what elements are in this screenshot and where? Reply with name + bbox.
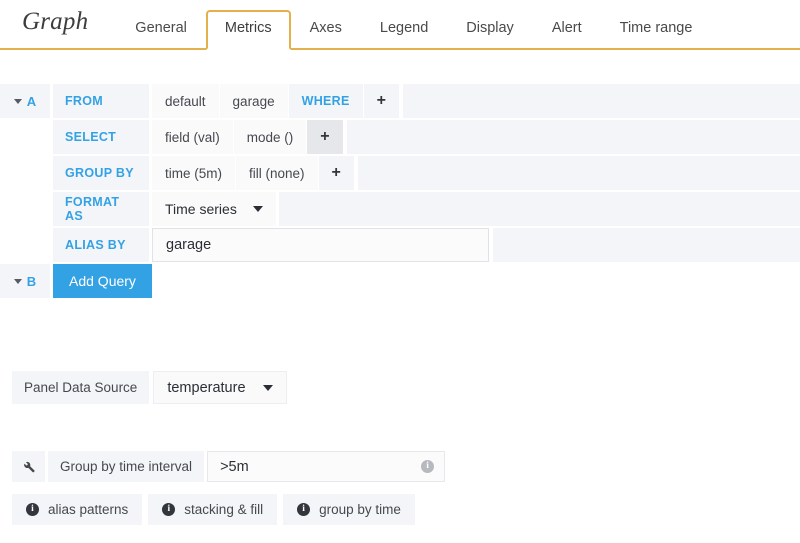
help-button-label: group by time [319, 502, 401, 517]
query-ref-a-toggle[interactable]: A [0, 84, 50, 118]
from-measurement-segment[interactable]: garage [219, 84, 289, 118]
help-button-group-by-time[interactable]: i group by time [283, 494, 415, 525]
format-as-value: Time series [165, 201, 237, 217]
group-by-time-interval-input[interactable]: >5m i [207, 451, 446, 482]
query-row-group-by: GROUP BY time (5m) fill (none) + [0, 156, 800, 190]
tab-display[interactable]: Display [447, 19, 533, 49]
select-function-segment[interactable]: mode () [233, 120, 308, 154]
add-group-by-button[interactable]: + [318, 156, 355, 190]
wrench-icon[interactable] [12, 451, 45, 482]
tab-legend[interactable]: Legend [361, 19, 447, 49]
from-row-filler [402, 84, 800, 118]
alias-by-row-filler [493, 228, 800, 262]
query-row-select: SELECT field (val) mode () + [0, 120, 800, 154]
group-by-time-interval-label: Group by time interval [48, 451, 205, 482]
help-button-stacking-and-fill[interactable]: i stacking & fill [148, 494, 278, 525]
help-button-label: alias patterns [48, 502, 129, 517]
help-button-label: stacking & fill [184, 502, 264, 517]
tab-metrics[interactable]: Metrics [205, 9, 291, 50]
group-by-label[interactable]: GROUP BY [53, 156, 149, 190]
chevron-down-icon [252, 206, 263, 212]
page-title: Graph [22, 8, 89, 35]
query-row-format-as: FORMAT AS Time series [0, 192, 800, 226]
query-row-alias-by: ALIAS BY garage [0, 228, 800, 262]
info-icon: i [26, 503, 39, 516]
alias-by-label[interactable]: ALIAS BY [53, 228, 149, 262]
group-by-time-interval-value: >5m [220, 458, 249, 475]
graph-panel-editor: Graph General Metrics Axes Legend Displa… [0, 0, 800, 543]
format-as-label[interactable]: FORMAT AS [53, 192, 149, 226]
format-as-ref-spacer [0, 192, 50, 226]
format-as-select[interactable]: Time series [152, 192, 276, 226]
panel-data-source-value: temperature [167, 379, 246, 396]
query-ref-b-toggle[interactable]: B [0, 264, 50, 298]
select-ref-spacer [0, 120, 50, 154]
add-where-button[interactable]: + [363, 84, 400, 118]
query-ref-b-label: B [26, 273, 37, 289]
add-query-button[interactable]: Add Query [53, 264, 152, 298]
help-links-row: i alias patterns i stacking & fill i gro… [12, 494, 415, 525]
select-field-segment[interactable]: field (val) [152, 120, 234, 154]
tab-time-range[interactable]: Time range [601, 19, 712, 49]
query-ref-a-label: A [26, 93, 37, 109]
info-icon: i [297, 503, 311, 516]
select-row-filler [346, 120, 800, 154]
alias-by-input[interactable]: garage [152, 228, 489, 262]
tab-general[interactable]: General [116, 19, 206, 49]
group-by-ref-spacer [0, 156, 50, 190]
from-label[interactable]: FROM [53, 84, 149, 118]
query-row-from: A FROM default garage WHERE + [0, 84, 800, 118]
tab-list: General Metrics Axes Legend Display Aler… [116, 0, 712, 50]
select-label[interactable]: SELECT [53, 120, 149, 154]
panel-data-source-row: Panel Data Source temperature [12, 371, 287, 404]
group-by-fill-segment[interactable]: fill (none) [236, 156, 319, 190]
panel-data-source-select[interactable]: temperature [153, 371, 287, 404]
help-button-alias-patterns[interactable]: i alias patterns [12, 494, 143, 525]
chevron-down-icon [262, 384, 273, 391]
alias-by-ref-spacer [0, 228, 50, 262]
panel-editor-tabbar: Graph General Metrics Axes Legend Displa… [0, 0, 800, 50]
from-policy-segment[interactable]: default [152, 84, 220, 118]
query-row-add: B Add Query [0, 264, 800, 298]
chevron-down-icon [13, 98, 22, 104]
query-editor: A FROM default garage WHERE + SELECT fie… [0, 84, 800, 300]
query-options-row: Group by time interval >5m i [12, 451, 446, 482]
tab-alert[interactable]: Alert [533, 19, 601, 49]
tab-axes[interactable]: Axes [291, 19, 361, 49]
add-select-part-button[interactable]: + [307, 120, 344, 154]
panel-data-source-label: Panel Data Source [12, 371, 150, 404]
chevron-down-icon [13, 278, 22, 284]
info-icon: i [162, 503, 176, 516]
group-by-row-filler [357, 156, 800, 190]
format-as-row-filler [278, 192, 800, 226]
where-keyword[interactable]: WHERE [288, 84, 364, 118]
info-icon[interactable]: i [421, 460, 435, 473]
group-by-time-segment[interactable]: time (5m) [152, 156, 236, 190]
